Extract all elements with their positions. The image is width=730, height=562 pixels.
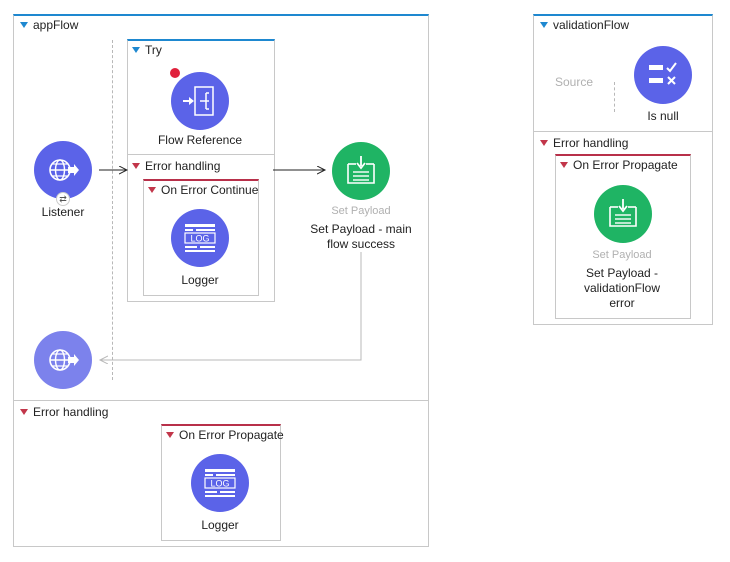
set-payload-node[interactable] <box>332 142 390 200</box>
set-payload-label: Set Payload - validationFlow error <box>583 266 661 310</box>
breakpoint-icon[interactable] <box>170 68 180 78</box>
logger-node[interactable]: LOG <box>191 454 249 512</box>
listener-label: Listener <box>41 205 85 219</box>
logger-label: Logger <box>201 518 239 532</box>
set-payload-icon <box>609 199 637 227</box>
validation-flow-title[interactable]: validationFlow <box>540 18 629 32</box>
flow-reference-label: Flow Reference <box>157 133 243 147</box>
globe-arrow-icon <box>49 159 79 181</box>
log-icon: LOG <box>204 469 236 497</box>
source-label: Source <box>554 75 594 89</box>
collapse-triangle-icon[interactable] <box>560 161 568 168</box>
validation-source-divider <box>614 82 615 112</box>
set-payload-label: Set Payload - main flow success <box>310 222 412 251</box>
is-null-label: Is null <box>647 109 679 123</box>
listener-response-node[interactable] <box>34 331 92 389</box>
set-payload-type-label: Set Payload <box>331 205 391 217</box>
globe-arrow-icon <box>49 349 79 371</box>
validation-flow-error-handling-title[interactable]: Error handling <box>540 136 628 150</box>
sync-icon: ⇄ <box>56 192 70 206</box>
log-icon-text: LOG <box>210 479 229 489</box>
log-icon: LOG <box>184 224 216 252</box>
listener-node[interactable] <box>34 141 92 199</box>
logger-label: Logger <box>181 273 219 287</box>
validation-icon <box>649 62 677 85</box>
logger-node[interactable]: LOG <box>171 209 229 267</box>
collapse-triangle-icon[interactable] <box>540 139 548 146</box>
is-null-node[interactable] <box>634 46 692 104</box>
set-payload-type-label: Set Payload <box>592 249 652 261</box>
log-icon-text: LOG <box>190 234 209 244</box>
validation-flow-error-divider <box>534 131 712 132</box>
set-payload-node[interactable] <box>594 185 652 243</box>
flow-reference-icon <box>183 86 214 116</box>
validation-on-error-propagate-title[interactable]: On Error Propagate <box>560 158 678 172</box>
collapse-triangle-icon[interactable] <box>540 21 548 28</box>
flow-reference-node[interactable] <box>171 72 229 130</box>
set-payload-icon <box>347 156 375 184</box>
return-line <box>100 252 362 360</box>
